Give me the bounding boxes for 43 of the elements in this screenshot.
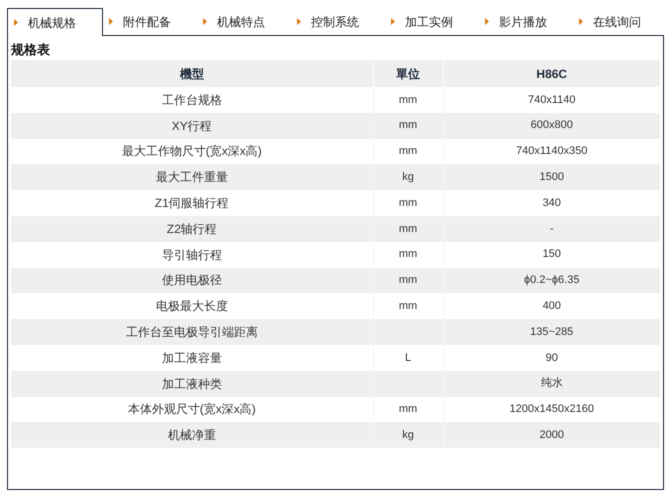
table-cell: 导引轴行程 <box>11 242 373 268</box>
tab[interactable]: 控制系统 <box>291 8 385 35</box>
tab[interactable]: 影片播放 <box>479 8 573 35</box>
table-cell: 纯水 <box>443 370 660 397</box>
tab[interactable]: 机械规格 <box>7 8 103 36</box>
table-cell: 工作台规格 <box>11 87 373 113</box>
table-cell: 机械净重 <box>11 422 373 448</box>
table-cell: 最大工作物尺寸(宽x深x高) <box>11 138 373 164</box>
section-title: 规格表 <box>11 41 51 59</box>
table-cell: 135~285 <box>443 319 660 345</box>
arrow-icon <box>14 19 18 26</box>
arrow-icon <box>579 18 583 25</box>
arrow-icon <box>203 18 207 25</box>
arrow-icon <box>109 18 113 25</box>
table-cell: 加工液种类 <box>11 370 373 397</box>
table-cell: kg <box>373 422 443 448</box>
table-cell: - <box>443 216 660 242</box>
table-cell: Z2轴行程 <box>11 216 373 242</box>
table-cell: 400 <box>443 293 660 320</box>
table-cell: Z1伺服轴行程 <box>11 190 373 216</box>
table-cell: 使用电极径 <box>11 268 373 294</box>
table-cell: 340 <box>443 190 660 216</box>
table-cell: 600x800 <box>443 112 660 139</box>
tab[interactable]: 加工实例 <box>385 8 479 35</box>
table-cell: 2000 <box>443 422 660 448</box>
table-cell: 740x1140x350 <box>443 138 660 164</box>
table-cell: 工作台至电极导引端距离 <box>11 319 373 345</box>
table-cell: 1200x1450x2160 <box>443 396 660 422</box>
table-cell: 150 <box>443 242 660 268</box>
table-cell: 90 <box>443 344 660 371</box>
tab[interactable]: 机械特点 <box>197 8 291 35</box>
table-cell: 本体外观尺寸(宽x深x高) <box>11 396 373 422</box>
table-cell: 电极最大长度 <box>11 293 373 320</box>
table-cell: 740x1140 <box>443 87 660 113</box>
table-cell: ϕ0.2~ϕ6.35 <box>443 268 660 294</box>
tab[interactable]: 在线询问 <box>573 8 667 35</box>
table-cell: 1500 <box>443 164 660 190</box>
table-cell: 加工液容量 <box>11 344 373 371</box>
arrow-icon <box>297 18 301 25</box>
table-cell: 最大工件重量 <box>11 164 373 190</box>
arrow-icon <box>391 18 395 25</box>
tab[interactable]: 附件配备 <box>103 8 197 35</box>
arrow-icon <box>485 18 489 25</box>
